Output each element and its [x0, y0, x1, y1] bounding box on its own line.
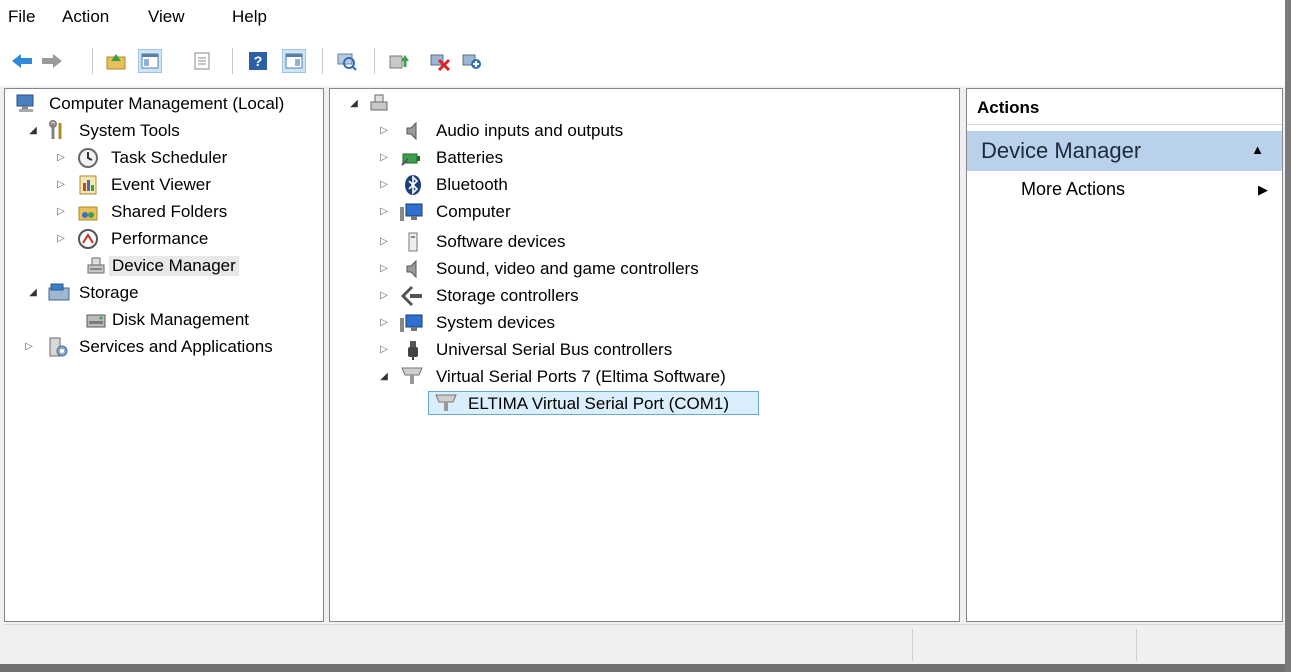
- monitor-icon: [398, 201, 423, 225]
- collapse-up-icon[interactable]: ▲: [1251, 142, 1264, 157]
- uninstall-device-icon[interactable]: [428, 49, 452, 73]
- help-icon[interactable]: ?: [246, 49, 270, 73]
- collapsed-arrow-icon[interactable]: ▷: [55, 233, 67, 244]
- collapsed-arrow-icon[interactable]: ▷: [55, 179, 67, 190]
- forward-icon[interactable]: [40, 49, 64, 73]
- console-tree-pane: Computer Management (Local) ◢ System Too…: [4, 88, 324, 622]
- menu-help[interactable]: Help: [232, 7, 267, 27]
- device-category-sound[interactable]: ▷ Sound, video and game controllers: [330, 257, 950, 283]
- collapsed-arrow-icon[interactable]: ▷: [378, 290, 390, 301]
- monitor-icon: [398, 312, 423, 336]
- device-category-system[interactable]: ▷ System devices: [330, 311, 950, 337]
- collapsed-arrow-icon[interactable]: ▷: [378, 344, 390, 355]
- collapsed-arrow-icon[interactable]: ▷: [378, 152, 390, 163]
- window-bottom-border: [0, 664, 1291, 672]
- more-actions-label: More Actions: [1021, 179, 1126, 199]
- window-right-border: [1285, 0, 1291, 672]
- expanded-arrow-icon[interactable]: ◢: [378, 371, 390, 382]
- show-hide-action-pane-icon[interactable]: [282, 49, 306, 73]
- device-category-audio[interactable]: ▷ Audio inputs and outputs: [330, 119, 950, 145]
- speaker-icon: [402, 120, 426, 144]
- clock-icon: [77, 147, 101, 171]
- more-actions-item[interactable]: More Actions ▶: [967, 175, 1282, 205]
- tree-item-performance[interactable]: ▷ Performance: [5, 227, 323, 253]
- collapsed-arrow-icon[interactable]: ▷: [378, 236, 390, 247]
- tree-item-computer-root[interactable]: ◢: [330, 92, 950, 118]
- actions-title: Actions: [967, 89, 1282, 125]
- event-viewer-icon: [77, 174, 101, 198]
- add-legacy-hardware-icon[interactable]: [460, 49, 484, 73]
- services-icon: [47, 336, 71, 360]
- tree-item-system-tools[interactable]: ◢ System Tools: [5, 119, 323, 145]
- device-tree-pane: ◢ ▷ Audio inputs and outputs ▷ Batteries…: [329, 88, 960, 622]
- collapsed-arrow-icon[interactable]: ▷: [23, 341, 35, 352]
- expanded-arrow-icon[interactable]: ◢: [27, 287, 39, 298]
- svg-text:?: ?: [254, 53, 263, 69]
- tree-item-task-scheduler[interactable]: ▷ Task Scheduler: [5, 146, 323, 172]
- expanded-arrow-icon[interactable]: ◢: [27, 125, 39, 136]
- device-category-bluetooth[interactable]: ▷ Bluetooth: [330, 173, 950, 199]
- up-folder-icon[interactable]: [104, 49, 128, 73]
- actions-pane: Actions Device Manager ▲ More Actions ▶: [966, 88, 1283, 622]
- serial-port-icon: [434, 392, 458, 416]
- device-category-batteries[interactable]: ▷ Batteries: [330, 146, 950, 172]
- device-category-software[interactable]: ▷ Software devices: [330, 230, 950, 256]
- performance-icon: [77, 228, 101, 252]
- tree-item-device-manager[interactable]: Device Manager: [5, 254, 323, 280]
- show-hide-console-tree-icon[interactable]: [138, 49, 162, 73]
- toolbar: ?: [0, 36, 1291, 86]
- collapsed-arrow-icon[interactable]: ▷: [378, 317, 390, 328]
- tree-item-event-viewer[interactable]: ▷ Event Viewer: [5, 173, 323, 199]
- device-category-virtual-serial-ports[interactable]: ◢ Virtual Serial Ports 7 (Eltima Softwar…: [330, 365, 950, 391]
- shared-folders-icon: [77, 201, 101, 225]
- tree-item-storage[interactable]: ◢ Storage: [5, 281, 323, 307]
- tree-item-shared-folders[interactable]: ▷ Shared Folders: [5, 200, 323, 226]
- collapsed-arrow-icon[interactable]: ▷: [378, 179, 390, 190]
- menu-file[interactable]: File: [8, 7, 35, 27]
- expanded-arrow-icon[interactable]: ◢: [348, 98, 360, 109]
- actions-section-device-manager[interactable]: Device Manager ▲: [967, 131, 1282, 171]
- update-driver-icon[interactable]: [386, 49, 410, 73]
- collapsed-arrow-icon[interactable]: ▷: [55, 206, 67, 217]
- computer-root-icon: [368, 92, 392, 116]
- device-manager-icon: [85, 255, 109, 279]
- device-category-computer[interactable]: ▷ Computer: [330, 200, 950, 226]
- menu-view[interactable]: View: [148, 7, 185, 27]
- device-eltima-virtual-serial-port[interactable]: ELTIMA Virtual Serial Port (COM1): [330, 391, 950, 417]
- tree-item-disk-management[interactable]: Disk Management: [5, 308, 323, 334]
- submenu-arrow-icon: ▶: [1258, 182, 1268, 197]
- tree-item-services-applications[interactable]: ▷ Services and Applications: [5, 335, 323, 361]
- serial-port-icon: [400, 365, 424, 389]
- computer-management-icon: [15, 93, 39, 117]
- actions-section-label: Device Manager: [981, 138, 1142, 163]
- system-tools-icon: [47, 120, 71, 144]
- menu-action[interactable]: Action: [62, 7, 109, 27]
- device-category-usb[interactable]: ▷ Universal Serial Bus controllers: [330, 338, 950, 364]
- tree-item-computer-management[interactable]: Computer Management (Local): [5, 92, 323, 118]
- back-icon[interactable]: [10, 49, 34, 73]
- storage-controller-icon: [400, 285, 424, 309]
- status-bar: [4, 624, 1283, 665]
- storage-icon: [47, 282, 71, 306]
- device-category-storage-controllers[interactable]: ▷ Storage controllers: [330, 284, 950, 310]
- collapsed-arrow-icon[interactable]: ▷: [378, 263, 390, 274]
- speaker-icon: [402, 258, 426, 282]
- menu-bar: File Action View Help: [0, 0, 1291, 36]
- collapsed-arrow-icon[interactable]: ▷: [378, 206, 390, 217]
- disk-management-icon: [85, 309, 109, 333]
- usb-icon: [402, 339, 426, 363]
- scan-hardware-icon[interactable]: [334, 49, 358, 73]
- collapsed-arrow-icon[interactable]: ▷: [55, 152, 67, 163]
- collapsed-arrow-icon[interactable]: ▷: [378, 125, 390, 136]
- software-device-icon: [402, 231, 426, 255]
- bluetooth-icon: [402, 174, 426, 198]
- properties-icon[interactable]: [190, 49, 214, 73]
- battery-icon: [400, 147, 424, 171]
